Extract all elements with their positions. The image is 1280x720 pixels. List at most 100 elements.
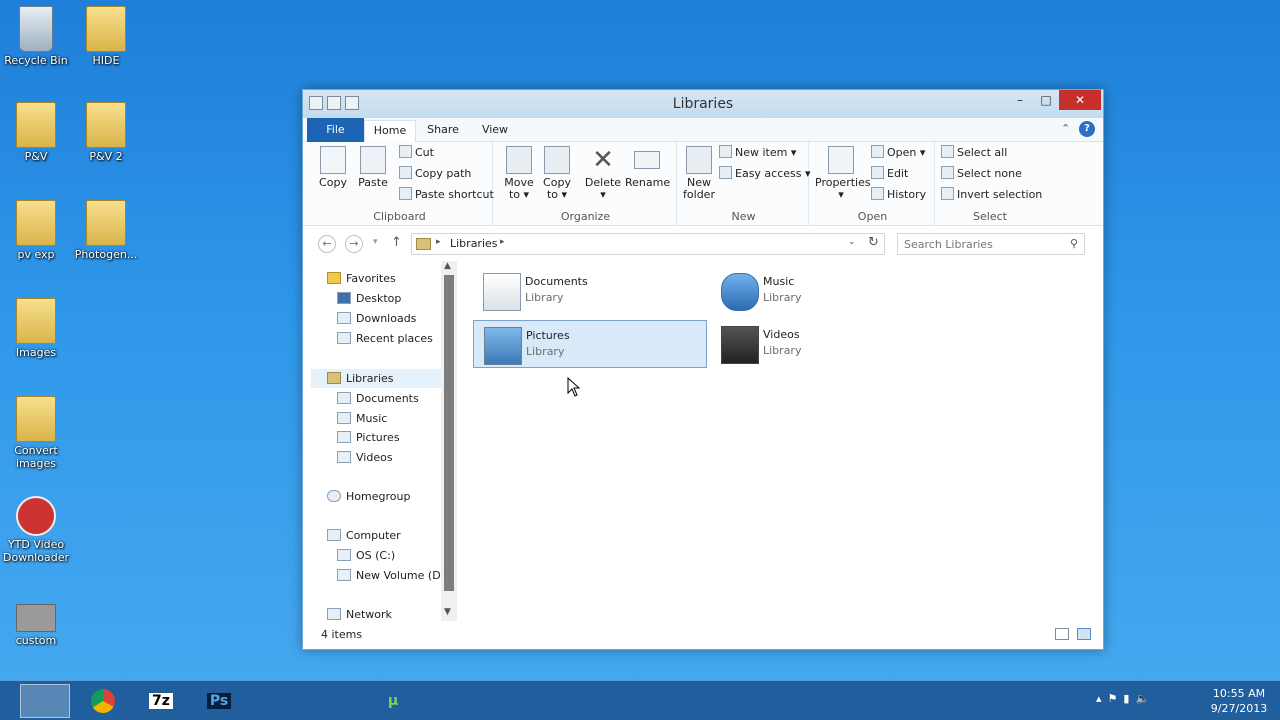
nav-videos[interactable]: Videos (337, 448, 393, 467)
desktop-icon-pv-exp[interactable]: pv exp (0, 200, 72, 261)
nav-homegroup[interactable]: Homegroup (327, 487, 410, 506)
invert-selection-button[interactable]: Invert selection (941, 186, 1042, 204)
copy-to-button[interactable]: Copy to ▾ (537, 146, 577, 201)
delete-button[interactable]: ✕ Delete ▾ (583, 146, 623, 201)
large-icons-view-icon[interactable] (1077, 628, 1091, 640)
nav-favorites[interactable]: Favorites (327, 269, 396, 288)
desktop-icon-recycle-bin[interactable]: Recycle Bin (0, 6, 72, 67)
edit-button[interactable]: Edit (871, 165, 908, 183)
taskbar-app[interactable] (252, 684, 302, 718)
paste-shortcut-button[interactable]: Paste shortcut (399, 186, 494, 204)
desktop-icon-label: pv exp (17, 248, 55, 261)
library-tile-music[interactable]: Music Library (711, 267, 945, 315)
chevron-right-icon[interactable]: ▸ (436, 237, 441, 247)
move-to-button[interactable]: Move to ▾ (499, 146, 539, 201)
nav-desktop[interactable]: Desktop (337, 289, 401, 308)
nav-os-c[interactable]: OS (C:) (337, 546, 395, 565)
paste-button[interactable]: Paste (353, 146, 393, 189)
taskbar-paint[interactable] (310, 684, 360, 718)
nav-downloads[interactable]: Downloads (337, 309, 416, 328)
collapse-ribbon-icon[interactable]: ⌃ (1061, 122, 1070, 135)
taskbar-utorrent[interactable]: µ (368, 684, 418, 718)
tile-name: Documents (525, 275, 588, 288)
taskbar-app[interactable] (426, 684, 476, 718)
volume-icon[interactable]: 🔈 (1135, 692, 1155, 705)
cut-button[interactable]: Cut (399, 144, 434, 162)
select-all-button[interactable]: Select all (941, 144, 1007, 162)
nav-computer[interactable]: Computer (327, 526, 401, 545)
system-tray[interactable]: ▴⚑▮🔈 (1096, 692, 1155, 705)
new-folder-button[interactable]: New folder (679, 146, 719, 201)
history-label: History (887, 188, 927, 201)
select-none-button[interactable]: Select none (941, 165, 1022, 183)
copy-button[interactable]: Copy (313, 146, 353, 189)
scrollbar-thumb[interactable] (444, 275, 454, 591)
address-bar[interactable]: ▸ Libraries ▸ ⌄ ↻ (411, 233, 885, 255)
library-tile-documents[interactable]: Documents Library (473, 267, 707, 315)
paste-label: Paste (358, 176, 388, 189)
chevron-up-icon[interactable]: ▴ (1096, 692, 1108, 705)
up-arrow-icon[interactable]: ↑ (391, 235, 402, 250)
desktop-icon-hide[interactable]: HIDE (70, 6, 142, 67)
search-input[interactable] (898, 234, 1058, 254)
nav-libraries[interactable]: Libraries (311, 369, 441, 388)
clock[interactable]: 10:55 AM 9/27/2013 (1200, 686, 1278, 716)
taskbar-7zip[interactable]: 7z (136, 684, 186, 718)
nav-label: Recent places (356, 332, 433, 345)
copy-path-button[interactable]: Copy path (399, 165, 471, 183)
back-button[interactable]: ← (318, 235, 336, 253)
new-item-button[interactable]: New item ▾ (719, 144, 796, 162)
nav-music[interactable]: Music (337, 409, 387, 428)
rename-button[interactable]: Rename (625, 146, 670, 189)
nav-new-volume[interactable]: New Volume (D:) (337, 566, 449, 585)
nav-scrollbar[interactable]: ▲ ▼ (441, 261, 457, 621)
open-button[interactable]: Open ▾ (871, 144, 925, 162)
forward-button[interactable]: → (345, 235, 363, 253)
desktop-icon-images[interactable]: Images (0, 298, 72, 359)
properties-button[interactable]: Properties ▾ (815, 146, 871, 201)
library-tile-pictures[interactable]: Pictures Library (473, 320, 707, 368)
nav-network[interactable]: Network (327, 605, 392, 624)
refresh-icon[interactable]: ↻ (868, 235, 879, 250)
flag-icon[interactable]: ⚑ (1108, 692, 1124, 705)
breadcrumb-libraries[interactable]: Libraries (450, 237, 498, 250)
nav-documents[interactable]: Documents (337, 389, 419, 408)
maximize-button[interactable]: □ (1033, 90, 1059, 110)
desktop-icon-convert-images[interactable]: Convert images (0, 396, 72, 470)
tab-share[interactable]: Share (419, 120, 467, 142)
library-tile-videos[interactable]: Videos Library (711, 320, 945, 368)
scroll-up-icon[interactable]: ▲ (444, 261, 451, 271)
scroll-down-icon[interactable]: ▼ (444, 607, 451, 617)
desktop-icon-pv2[interactable]: P&V 2 (70, 102, 142, 163)
paste-icon (360, 146, 386, 174)
desktop-icon-photogen[interactable]: Photogen... (70, 200, 142, 261)
desktop-icon-custom[interactable]: custom (0, 604, 72, 647)
taskbar-chrome[interactable] (78, 684, 128, 718)
taskbar-app[interactable] (484, 684, 534, 718)
taskbar-photoshop[interactable]: Ps (194, 684, 244, 718)
desktop-icon-pv[interactable]: P&V (0, 102, 72, 163)
title-bar[interactable]: Libraries – □ ✕ (303, 90, 1103, 118)
taskbar-app[interactable] (542, 684, 592, 718)
nav-recent-places[interactable]: Recent places (337, 329, 433, 348)
network-icon[interactable]: ▮ (1123, 692, 1135, 705)
minimize-button[interactable]: – (1007, 90, 1033, 110)
easy-access-button[interactable]: Easy access ▾ (719, 165, 811, 183)
search-icon[interactable]: ⚲ (1070, 237, 1078, 250)
chevron-right-icon[interactable]: ▸ (500, 237, 505, 247)
taskbar-file-explorer[interactable] (20, 684, 70, 718)
easy-access-icon (719, 166, 732, 179)
tab-view[interactable]: View (473, 120, 517, 142)
videos-icon (337, 451, 351, 463)
recent-locations-icon[interactable]: ▾ (373, 237, 378, 247)
close-button[interactable]: ✕ (1059, 90, 1101, 110)
nav-pictures[interactable]: Pictures (337, 428, 400, 447)
desktop-icon-ytd[interactable]: YTD Video Downloader (0, 496, 72, 564)
details-view-icon[interactable] (1055, 628, 1069, 640)
desktop-icon-label: Convert images (14, 444, 58, 470)
tab-home[interactable]: Home (364, 120, 416, 142)
tab-file[interactable]: File (307, 118, 364, 142)
chevron-down-icon[interactable]: ⌄ (848, 237, 856, 247)
help-icon[interactable]: ? (1079, 121, 1095, 137)
history-button[interactable]: History (871, 186, 926, 204)
